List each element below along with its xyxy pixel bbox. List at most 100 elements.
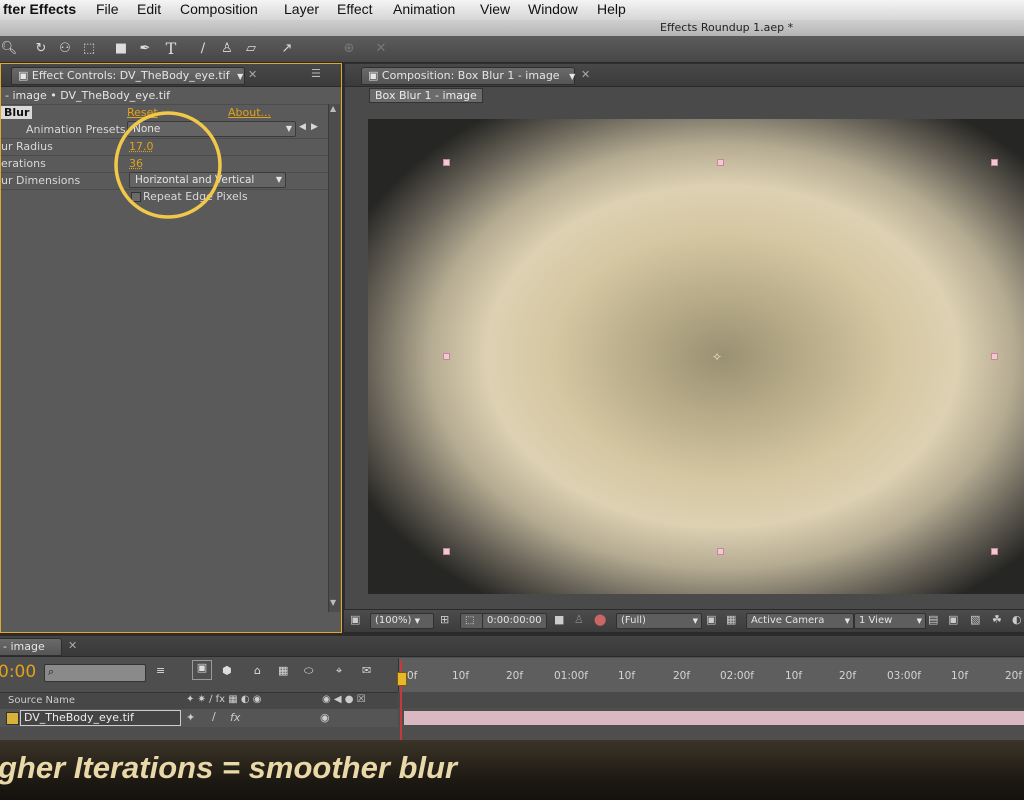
current-time-field[interactable]: 0:00:00:00: [482, 613, 547, 629]
layer-duration-bar[interactable]: [404, 711, 1024, 725]
axis-mode-icon[interactable]: ⊕: [340, 40, 358, 58]
layer-handle[interactable]: [443, 548, 450, 555]
menu-effect[interactable]: Effect: [337, 1, 373, 17]
ruler-tick-label: 20f: [506, 670, 524, 682]
shy-switch-icon[interactable]: ✦: [186, 711, 195, 724]
effect-controls-tab[interactable]: ▣ Effect Controls: DV_TheBody_eye.tif ▼: [11, 67, 245, 85]
work-area-bar[interactable]: [398, 692, 1024, 708]
exposure-icon[interactable]: ◐: [1012, 613, 1022, 626]
layer-handle[interactable]: [991, 548, 998, 555]
resolution-dropdown[interactable]: (Full) ▼: [616, 613, 702, 629]
tutorial-caption: gher Iterations = smoother blur: [0, 750, 458, 785]
transparency-grid-icon[interactable]: ▦: [726, 613, 736, 626]
anchor-point-icon[interactable]: ✧: [712, 350, 722, 364]
composition-canvas[interactable]: [368, 119, 1024, 594]
playhead-icon[interactable]: [397, 672, 407, 686]
comp-flowchart-icon[interactable]: ▧: [970, 613, 980, 626]
camera-dropdown[interactable]: Active Camera ▼: [746, 613, 854, 629]
layer-handle[interactable]: [991, 353, 998, 360]
zoom-icon[interactable]: 🔍︎: [0, 40, 18, 58]
snapshot-icon[interactable]: ■: [554, 613, 564, 626]
preset-next-icon[interactable]: ▶: [311, 122, 318, 132]
brush-icon[interactable]: ∕: [194, 40, 212, 58]
ruler-tick-label: 10f: [618, 670, 636, 682]
layer-handle[interactable]: [717, 159, 724, 166]
pan-behind-icon[interactable]: ⬚: [80, 40, 98, 58]
menu-window[interactable]: Window: [528, 1, 578, 17]
menu-composition[interactable]: Composition: [180, 1, 258, 17]
brainstorm-icon[interactable]: ✉: [362, 664, 371, 677]
reset-exposure-icon[interactable]: ☘: [992, 613, 1002, 626]
current-time-display[interactable]: 0:00: [0, 662, 36, 682]
scroll-down-icon[interactable]: ▼: [330, 598, 336, 607]
puppet-pin-icon[interactable]: ↗: [278, 40, 296, 58]
layer-handle[interactable]: [443, 353, 450, 360]
frame-blending-icon[interactable]: ▦: [278, 664, 288, 677]
fast-previews-icon[interactable]: ▣: [706, 613, 716, 626]
divider: [1, 104, 331, 105]
viewer-controls-bar: ▣ (100%) ▼ ⊞ ⬚ 0:00:00:00 ■ ♙ ⬤ (Full) ▼ …: [344, 609, 1024, 632]
pen-icon[interactable]: ✒: [136, 40, 154, 58]
magnification-dropdown[interactable]: (100%) ▼: [370, 613, 434, 629]
clone-stamp-icon[interactable]: ♙: [218, 40, 236, 58]
menu-file[interactable]: File: [96, 1, 119, 17]
close-tab-icon[interactable]: ✕: [68, 639, 77, 652]
time-ruler[interactable]: [398, 658, 1024, 692]
about-link[interactable]: About...: [228, 106, 271, 119]
channels-icon[interactable]: ⬤: [594, 613, 606, 626]
rotate-icon[interactable]: ↻: [32, 40, 50, 58]
layer-handle[interactable]: [443, 159, 450, 166]
timeline-icon[interactable]: ▣: [948, 613, 958, 626]
always-preview-icon[interactable]: ▣: [350, 613, 360, 626]
ruler-tick-label: 10f: [452, 670, 470, 682]
draft-3d-icon[interactable]: ⬢: [222, 664, 232, 677]
live-update-icon[interactable]: ▣: [192, 660, 212, 680]
layer-handle[interactable]: [991, 159, 998, 166]
effect-controls-scrollbar[interactable]: ▲ ▼: [328, 104, 340, 612]
tab-lock-icon: ▣: [18, 69, 29, 82]
app-menu[interactable]: fter Effects: [3, 1, 76, 17]
composition-breadcrumb[interactable]: Box Blur 1 - image: [369, 88, 483, 103]
layer-name-field[interactable]: DV_TheBody_eye.tif: [20, 710, 181, 726]
video-visibility-icon[interactable]: ◉: [320, 711, 330, 724]
timeline-search-input[interactable]: ⌕: [44, 664, 146, 682]
view-layout-dropdown[interactable]: 1 View ▼: [854, 613, 926, 629]
preset-prev-icon[interactable]: ◀: [299, 122, 306, 132]
menu-view[interactable]: View: [480, 1, 510, 17]
menu-help[interactable]: Help: [597, 1, 626, 17]
eraser-icon[interactable]: ▱: [242, 40, 260, 58]
menu-animation[interactable]: Animation: [393, 1, 455, 17]
camera-orbit-icon[interactable]: ⚇: [56, 40, 74, 58]
toggle-pixel-aspect-icon[interactable]: ▤: [928, 613, 938, 626]
fx-switch-icon[interactable]: fx: [230, 711, 240, 724]
layer-row[interactable]: DV_TheBody_eye.tif ✦ ∕ fx ◉: [0, 709, 398, 727]
layer-handle[interactable]: [717, 548, 724, 555]
timeline-panel: - image ✕ 0:00 ⌕ ≡ ▣ ⬢ ⌂ ▦ ⬭ ⌖ ✉ Source …: [0, 636, 1024, 740]
panel-menu-icon[interactable]: ☰: [311, 67, 321, 80]
rectangle-mask-icon[interactable]: ■: [112, 40, 130, 58]
show-snapshot-icon[interactable]: ♙: [574, 613, 584, 626]
graph-editor-icon[interactable]: ⌖: [336, 664, 342, 678]
effect-controls-tabbar: ▣ Effect Controls: DV_TheBody_eye.tif ▼ …: [1, 64, 341, 87]
effect-name[interactable]: Blur: [1, 106, 33, 119]
comp-mini-flowchart-icon[interactable]: ≡: [156, 664, 165, 677]
shy-layers-icon[interactable]: ⌂: [254, 664, 261, 677]
menu-layer[interactable]: Layer: [284, 1, 319, 17]
source-name-header[interactable]: Source Name: [8, 695, 75, 706]
close-tab-icon[interactable]: ✕: [581, 68, 590, 81]
menu-edit[interactable]: Edit: [137, 1, 161, 17]
blur-dimensions-label: ur Dimensions: [1, 174, 81, 187]
composition-tabbar: ▣ Composition: Box Blur 1 - image ▼ ✕: [345, 64, 1024, 87]
quality-switch-icon[interactable]: ∕: [212, 710, 216, 723]
ruler-tick-label: 0f: [407, 670, 418, 682]
grid-icon[interactable]: ⊞: [440, 613, 449, 626]
scroll-up-icon[interactable]: ▲: [330, 104, 336, 113]
motion-blur-icon[interactable]: ⬭: [304, 664, 313, 678]
composition-tab[interactable]: ▣ Composition: Box Blur 1 - image ▼: [361, 67, 575, 85]
layer-label-color[interactable]: [6, 712, 19, 725]
axis-world-icon[interactable]: ✕: [372, 40, 390, 58]
timeline-tab[interactable]: - image: [0, 638, 62, 656]
region-of-interest-icon[interactable]: ⬚: [460, 613, 484, 629]
close-tab-icon[interactable]: ✕: [248, 68, 257, 81]
type-icon[interactable]: T: [162, 40, 180, 58]
